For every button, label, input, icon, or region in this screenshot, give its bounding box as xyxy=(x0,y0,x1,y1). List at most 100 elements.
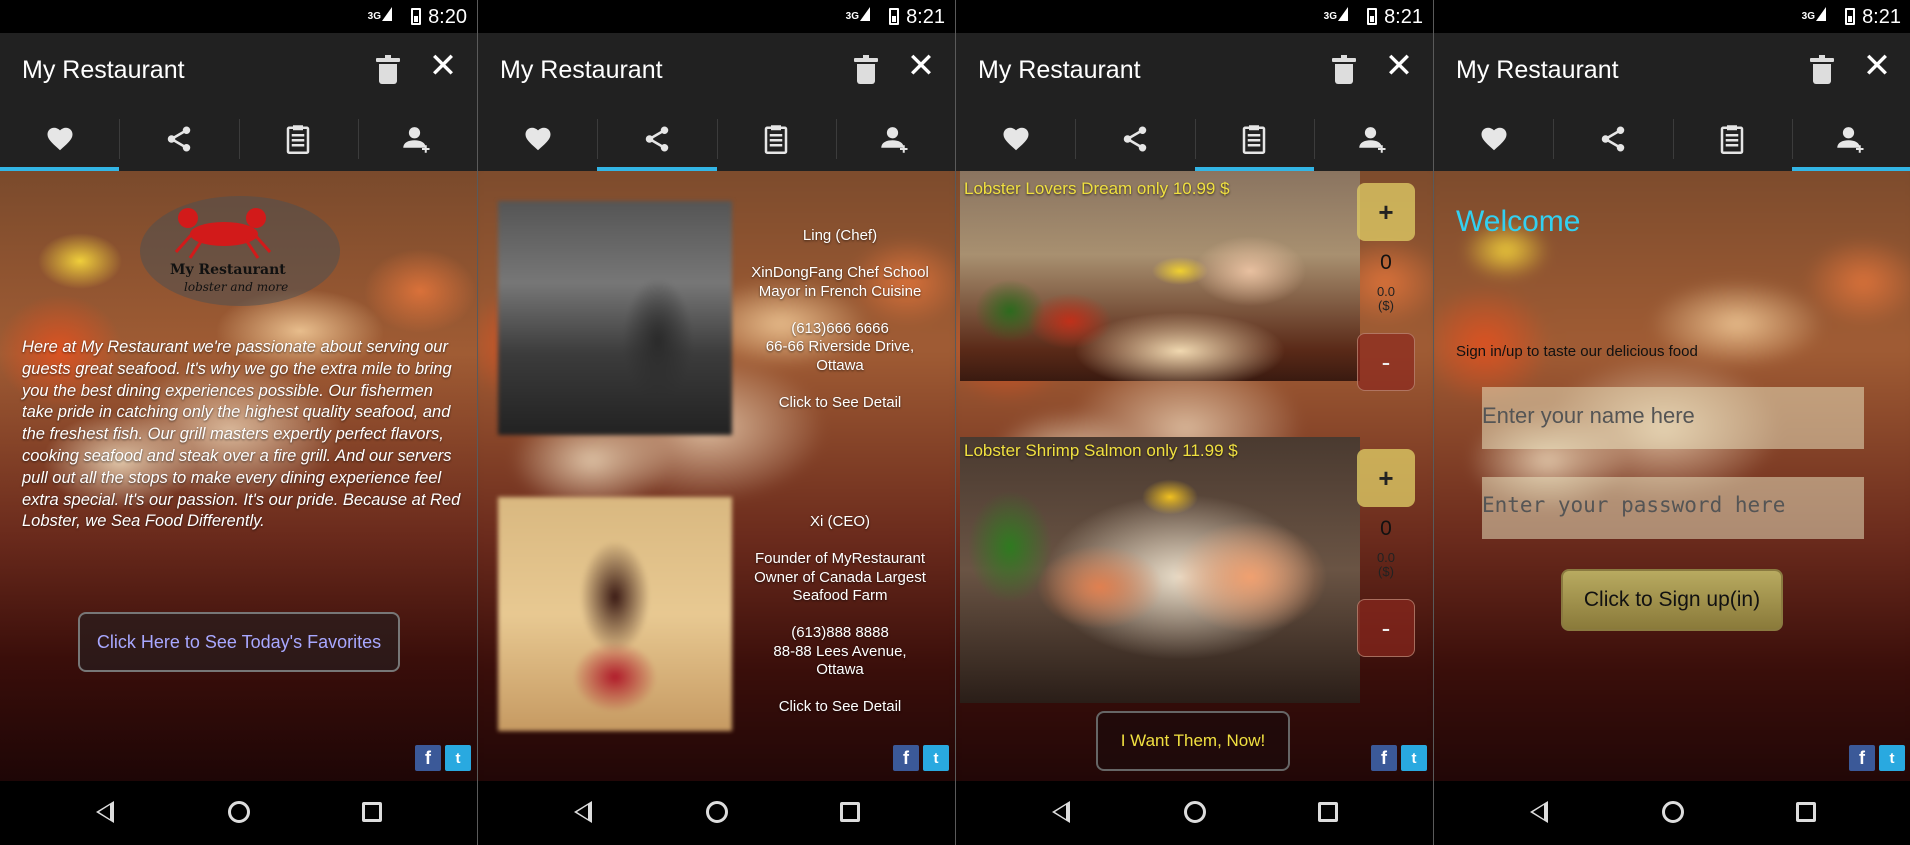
facebook-icon[interactable]: f xyxy=(1849,745,1875,771)
trash-icon[interactable] xyxy=(1332,55,1356,85)
tab-menu[interactable] xyxy=(1194,107,1315,171)
back-icon[interactable] xyxy=(1052,801,1070,823)
increment-button[interactable]: + xyxy=(1357,183,1415,241)
decrement-button[interactable]: - xyxy=(1357,599,1415,657)
signal-icon: 3G xyxy=(1802,7,1826,22)
person-phone: (613)888 8888 xyxy=(791,624,889,641)
back-icon[interactable] xyxy=(96,801,114,823)
tab-share[interactable] xyxy=(119,107,238,171)
phone-screen-account: 3G 8:21 My Restaurant ✕ Welcome Sign in/… xyxy=(1434,0,1910,845)
recents-icon[interactable] xyxy=(1796,802,1816,822)
add-person-icon xyxy=(1837,127,1864,153)
twitter-icon[interactable]: t xyxy=(1401,745,1427,771)
menu-content: Lobster Lovers Dream only 10.99 $ Lobste… xyxy=(956,171,1433,781)
signal-icon: 3G xyxy=(1324,7,1348,22)
home-icon[interactable] xyxy=(706,801,728,823)
home-icon[interactable] xyxy=(228,801,250,823)
welcome-heading: Welcome xyxy=(1456,205,1581,238)
person-address-line: Ottawa xyxy=(816,356,864,374)
tab-favorites[interactable] xyxy=(0,107,120,171)
password-field[interactable]: Enter your password here xyxy=(1482,477,1864,539)
see-detail-link[interactable]: Click to See Detail xyxy=(740,698,940,717)
tab-share[interactable] xyxy=(1075,107,1194,171)
back-icon[interactable] xyxy=(574,801,592,823)
tab-menu[interactable] xyxy=(1672,107,1792,171)
name-field[interactable]: Enter your name here xyxy=(1482,387,1864,449)
facebook-icon[interactable]: f xyxy=(415,745,441,771)
tab-bar xyxy=(1434,107,1910,171)
back-icon[interactable] xyxy=(1530,801,1548,823)
nav-bar xyxy=(478,781,955,845)
app-title: My Restaurant xyxy=(1456,56,1619,84)
heart-icon xyxy=(1481,127,1507,151)
clipboard-icon xyxy=(286,125,310,154)
battery-icon xyxy=(411,8,421,25)
battery-icon xyxy=(1845,8,1855,25)
home-icon[interactable] xyxy=(1184,801,1206,823)
trash-icon[interactable] xyxy=(854,55,878,85)
subtotal-value: 0.0 ($) xyxy=(1376,284,1396,313)
see-favorites-button[interactable]: Click Here to See Today's Favorites xyxy=(78,612,400,672)
tab-favorites[interactable] xyxy=(478,107,597,171)
close-icon[interactable]: ✕ xyxy=(1383,49,1415,83)
password-placeholder: Enter your password here xyxy=(1482,493,1786,517)
tab-bar xyxy=(956,107,1433,171)
person-desc-line: Founder of MyRestaurant xyxy=(754,550,926,567)
add-person-icon xyxy=(881,127,908,153)
close-icon[interactable]: ✕ xyxy=(1861,49,1893,83)
tab-account[interactable] xyxy=(357,107,477,171)
person-name: Ling (Chef) xyxy=(802,227,878,244)
tab-share[interactable] xyxy=(597,107,717,171)
heart-icon xyxy=(525,127,551,151)
phone-screen-favorites: 3G 8:20 My Restaurant ✕ My Restaurant lo… xyxy=(0,0,477,845)
increment-button[interactable]: + xyxy=(1357,449,1415,507)
tab-favorites[interactable] xyxy=(956,107,1075,171)
recents-icon[interactable] xyxy=(1318,802,1338,822)
logo-tagline: lobster and more xyxy=(184,280,289,294)
twitter-icon[interactable]: t xyxy=(445,745,471,771)
chef-photo[interactable] xyxy=(498,201,732,435)
tab-favorites[interactable] xyxy=(1434,107,1553,171)
close-icon[interactable]: ✕ xyxy=(427,49,459,83)
twitter-icon[interactable]: t xyxy=(1879,745,1905,771)
tab-menu[interactable] xyxy=(238,107,358,171)
tab-account[interactable] xyxy=(1791,107,1910,171)
home-icon[interactable] xyxy=(1662,801,1684,823)
facebook-icon[interactable]: f xyxy=(893,745,919,771)
tab-bar xyxy=(0,107,477,171)
nav-bar xyxy=(0,781,477,845)
status-bar: 3G 8:20 xyxy=(0,0,477,33)
facebook-icon[interactable]: f xyxy=(1371,745,1397,771)
tab-bar xyxy=(478,107,955,171)
dish-image xyxy=(960,437,1360,703)
person-desc-line: XinDongFang Chef School xyxy=(751,264,929,281)
add-person-icon xyxy=(1359,127,1386,153)
close-icon[interactable]: ✕ xyxy=(905,49,937,83)
decrement-button[interactable]: - xyxy=(1357,333,1415,391)
screenshot-collage: 3G 8:20 My Restaurant ✕ My Restaurant lo… xyxy=(0,0,1910,845)
phone-screen-team: 3G 8:21 My Restaurant ✕ Ling (Chef) XinD… xyxy=(478,0,955,845)
tab-menu[interactable] xyxy=(716,107,836,171)
twitter-icon[interactable]: t xyxy=(923,745,949,771)
team-content: Ling (Chef) XinDongFang Chef School Mayo… xyxy=(478,171,955,781)
tab-account[interactable] xyxy=(835,107,955,171)
recents-icon[interactable] xyxy=(840,802,860,822)
see-detail-link[interactable]: Click to See Detail xyxy=(740,394,940,413)
order-button[interactable]: I Want Them, Now! xyxy=(1096,711,1290,771)
ceo-photo[interactable] xyxy=(498,497,732,731)
person-desc-line: Mayor in French Cuisine xyxy=(758,282,922,300)
person-address-line: Ottawa xyxy=(816,661,864,678)
trash-icon[interactable] xyxy=(1810,55,1834,85)
signup-button[interactable]: Click to Sign up(in) xyxy=(1561,569,1783,631)
person-address-line: 66-66 Riverside Drive, xyxy=(765,338,915,355)
tab-account[interactable] xyxy=(1313,107,1433,171)
trash-icon[interactable] xyxy=(376,55,400,85)
person-desc-line: Owner of Canada Largest xyxy=(754,568,926,586)
recents-icon[interactable] xyxy=(362,802,382,822)
restaurant-logo: My Restaurant lobster and more xyxy=(140,196,340,306)
clipboard-icon xyxy=(1242,125,1266,154)
tab-share[interactable] xyxy=(1553,107,1672,171)
quantity-stepper: + 0 0.0 ($) - xyxy=(1357,183,1415,391)
app-title: My Restaurant xyxy=(22,56,185,84)
phone-screen-menu: 3G 8:21 My Restaurant ✕ Lobster Lovers D… xyxy=(956,0,1433,845)
